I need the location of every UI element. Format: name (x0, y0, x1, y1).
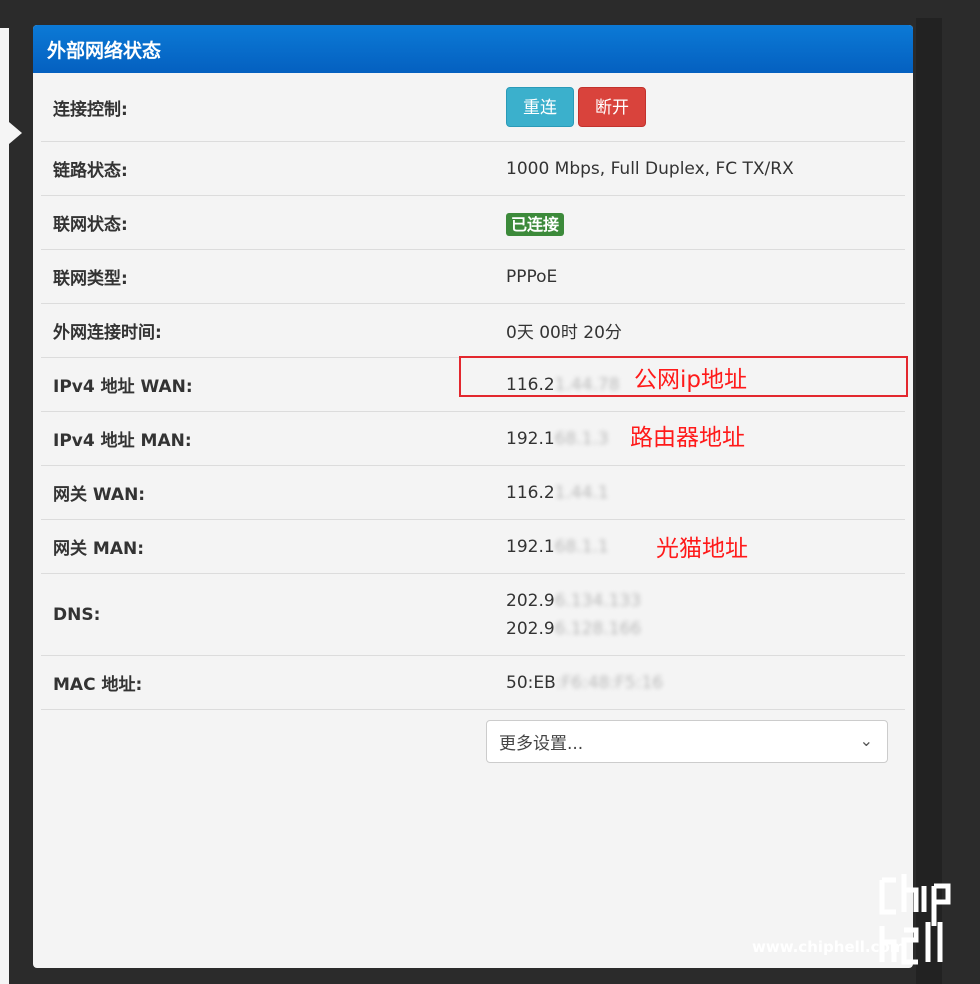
value-prefix: 192.1 (506, 536, 555, 557)
row-uptime: 外网连接时间: 0天 00时 20分 (41, 304, 905, 358)
row-label: 链路状态: (53, 161, 128, 181)
row-value: 202.96.134.133 202.96.128.166 (506, 587, 641, 643)
row-connection-control: 连接控制: 重连 断开 (41, 73, 905, 142)
value-prefix: 202.9 (506, 590, 555, 611)
left-edge-bar (0, 28, 9, 984)
row-gateway-wan: 网关 WAN: 116.21.44.1 (41, 466, 905, 520)
row-value: 已连接 (506, 211, 565, 236)
row-value: 重连 断开 (506, 87, 650, 127)
row-value: 1000 Mbps, Full Duplex, FC TX/RX (506, 158, 794, 179)
value-prefix: 202.9 (506, 618, 555, 639)
row-label: 外网连接时间: (53, 323, 162, 343)
row-mac: MAC 地址: 50:EB:F6:48:F5:16 (41, 656, 905, 710)
masked-value: 68.1.3 (554, 428, 609, 449)
row-label: DNS: (53, 604, 101, 625)
row-ipv4-man: IPv4 地址 MAN: 192.168.1.3 (41, 412, 905, 466)
select-value: 更多设置... (499, 734, 584, 754)
row-internet-type: 联网类型: PPPoE (41, 250, 905, 304)
panel-title: 外部网络状态 (33, 25, 913, 73)
row-label: 联网类型: (53, 269, 128, 289)
value-prefix: 192.1 (506, 428, 555, 449)
row-label: 联网状态: (53, 215, 128, 235)
row-value: PPPoE (506, 266, 558, 287)
masked-value: :F6:48:F5:16 (555, 672, 664, 693)
masked-value: 6.134.133 (554, 590, 642, 611)
row-link-status: 链路状态: 1000 Mbps, Full Duplex, FC TX/RX (41, 142, 905, 196)
value-prefix: 50:EB (506, 672, 556, 693)
row-label: IPv4 地址 WAN: (53, 377, 193, 397)
row-label: 网关 WAN: (53, 485, 146, 505)
chevron-down-icon: ⌄ (859, 731, 873, 750)
row-label: MAC 地址: (53, 675, 143, 695)
value-prefix: 116.2 (506, 482, 555, 503)
row-gateway-man: 网关 MAN: 192.168.1.1 (41, 520, 905, 574)
annotation-modem: 光猫地址 (656, 536, 748, 562)
masked-value: 1.44.1 (554, 482, 609, 503)
row-value: 50:EB:F6:48:F5:16 (506, 673, 663, 693)
masked-value: 68.1.1 (554, 536, 609, 557)
row-internet-status: 联网状态: 已连接 (41, 196, 905, 250)
chiphell-logo (876, 870, 972, 977)
row-label: IPv4 地址 MAN: (53, 431, 192, 451)
row-label: 网关 MAN: (53, 539, 145, 559)
dns-line: 202.96.134.133 (506, 587, 641, 615)
row-value: 192.168.1.3 (506, 429, 609, 449)
more-settings-select[interactable]: 更多设置... ⌄ (486, 720, 888, 763)
row-dns: DNS: 202.96.134.133 202.96.128.166 (41, 574, 905, 656)
row-value: 0天 00时 20分 (506, 323, 622, 343)
row-label: 连接控制: (53, 99, 128, 120)
annotation-public-ip: 公网ip地址 (634, 367, 747, 393)
status-badge: 已连接 (506, 212, 565, 236)
masked-value: 6.128.166 (554, 618, 642, 639)
right-edge-strip (916, 18, 942, 984)
disconnect-button[interactable]: 断开 (578, 87, 646, 127)
watermark-url: www.chiphell.com (752, 938, 906, 956)
annotation-router: 路由器地址 (630, 425, 745, 451)
row-value: 192.168.1.1 (506, 537, 609, 557)
reconnect-button[interactable]: 重连 (506, 87, 574, 127)
row-value: 116.21.44.1 (506, 483, 609, 503)
wan-status-panel: 外部网络状态 连接控制: 重连 断开 链路状态: 1000 Mbps, Full … (33, 25, 913, 968)
left-pointer-icon (9, 122, 22, 144)
dns-line: 202.96.128.166 (506, 615, 641, 643)
